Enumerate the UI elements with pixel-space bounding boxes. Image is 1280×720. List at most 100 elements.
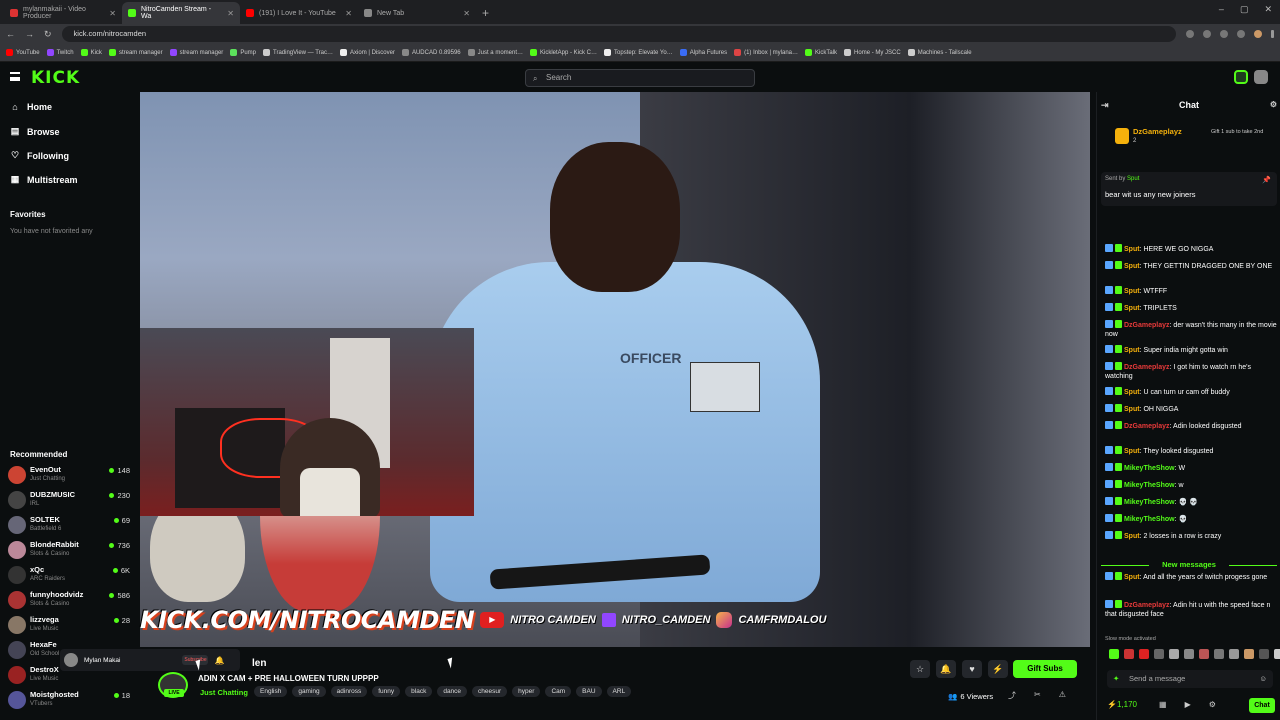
calendar-icon[interactable]: ▦ [1159,700,1167,709]
stream-category[interactable]: Just Chatting [200,688,248,697]
chat-username[interactable]: Sput [1124,288,1140,295]
pinned-user[interactable]: Sput [1127,176,1139,182]
streamer-name[interactable]: len [252,658,266,669]
reload-icon[interactable]: ↻ [44,29,52,40]
forward-icon[interactable]: → [25,29,34,39]
chat-username[interactable]: MikeyTheShow [1124,482,1175,489]
settings-icon[interactable]: ⚙ [1209,700,1216,709]
tag-pill[interactable]: ARL [606,686,632,697]
bookmark-item[interactable]: Twitch [46,49,74,56]
bell-icon[interactable]: 🔔 [214,656,224,665]
extension-icon[interactable] [1220,30,1228,38]
follow-heart-icon[interactable]: ♥ [962,660,982,678]
browser-tab[interactable]: New Tab ✕ [358,2,476,24]
tag-pill[interactable]: BAU [576,686,602,697]
emote-icon[interactable] [1199,649,1209,659]
tag-pill[interactable]: hyper [512,686,541,697]
chat-username[interactable]: Sput [1124,263,1140,270]
bookmark-item[interactable]: Kick [80,49,102,56]
emote-icon[interactable] [1139,649,1149,659]
maximize-icon[interactable]: ▢ [1240,4,1249,15]
recommended-channel[interactable]: Moistghosted VTubers 18 [8,689,132,713]
emote-icon[interactable] [1244,649,1254,659]
emote-icon[interactable] [1214,649,1224,659]
pin-icon[interactable]: 📌 [1262,176,1271,184]
bookmark-item[interactable]: Axiom | Discover [340,49,395,56]
chat-username[interactable]: MikeyTheShow [1124,499,1175,506]
chat-username[interactable]: Sput [1124,246,1140,253]
sidebar-nav-home[interactable]: ⌂ Home [10,102,52,112]
chat-username[interactable]: DzGameplayz [1124,423,1170,430]
top-gifter[interactable]: DzGameplayz 2 Gift 1 sub to take 2nd [1115,126,1275,148]
close-tab-icon[interactable]: ✕ [227,9,234,18]
favorite-star-icon[interactable]: ☆ [910,660,930,678]
bookmark-item[interactable]: KickTalk [805,49,837,56]
tag-pill[interactable]: adinross [330,686,368,697]
chat-username[interactable]: Sput [1124,533,1140,540]
emote-icon[interactable] [1274,649,1280,659]
boost-icon[interactable]: ⚡ [988,660,1008,678]
chat-settings-icon[interactable]: ⚙ [1270,92,1277,118]
bookmark-item[interactable]: stream manager [169,49,223,56]
new-messages-divider[interactable]: New messages [1101,560,1277,570]
tag-pill[interactable]: gaming [292,686,326,697]
bookmark-item[interactable]: (1) Inbox | mylana… [734,49,798,56]
close-tab-icon[interactable]: ✕ [463,9,470,18]
chat-username[interactable]: Sput [1124,448,1140,455]
emote-icon[interactable] [1229,649,1239,659]
tag-pill[interactable]: Cam [545,686,572,697]
bookmark-item[interactable]: AUDCAD 0.89596 [401,49,461,56]
recommended-channel[interactable]: lizzvega Live Music 28 [8,614,132,638]
bookmark-item[interactable]: Topstep: Elevate Yo… [604,49,673,56]
back-icon[interactable]: ← [6,29,15,39]
emote-icon[interactable] [1169,649,1179,659]
recommended-channel[interactable]: DUBZMUSIC IRL 230 [8,489,132,513]
tag-pill[interactable]: black [405,686,433,697]
bookmark-item[interactable]: Machines - Tailscale [907,49,972,56]
bookmark-item[interactable]: TradingView — Trac… [263,49,333,56]
search-input[interactable]: ⌕ Search [525,69,755,87]
recommended-channel[interactable]: BlondeRabbit Slots & Casino 736 [8,539,132,563]
menu-hamburger-icon[interactable] [10,72,20,81]
emote-icon[interactable] [1259,649,1269,659]
minimize-icon[interactable]: – [1219,4,1224,15]
sidebar-nav-browse[interactable]: ▤ Browse [10,126,60,137]
chat-username[interactable]: MikeyTheShow [1124,465,1175,472]
emoji-icon[interactable]: ☺ [1259,670,1267,688]
gift-subs-button[interactable]: Gift Subs [1013,660,1077,678]
channel-points[interactable]: ⚡1,170 [1107,700,1137,709]
report-icon[interactable]: ⚠ [1059,690,1066,701]
chat-username[interactable]: Sput [1124,347,1140,354]
tag-pill[interactable]: funny [372,686,401,697]
tag-pill[interactable]: English [254,686,288,697]
extension-icon[interactable] [1186,30,1194,38]
close-window-icon[interactable]: ✕ [1264,4,1272,15]
chat-send-button[interactable]: Chat [1249,698,1275,713]
sidebar-nav-multistream[interactable]: ▦ Multistream [10,174,78,185]
close-tab-icon[interactable]: ✕ [109,9,116,18]
bookmark-item[interactable]: KickletApp - Kick C… [530,49,597,56]
browser-tab[interactable]: NitroCamden Stream - Wa ✕ [122,2,240,24]
chat-username[interactable]: DzGameplayz [1124,322,1170,329]
chat-username[interactable]: DzGameplayz [1124,364,1170,371]
recommended-channel[interactable]: funnyhoodvidz Slots & Casino 586 [8,589,132,613]
tag-pill[interactable]: cheesur [472,686,508,697]
new-tab-button[interactable]: + [476,2,495,24]
bookmark-item[interactable]: stream manager [108,49,163,56]
emote-picker-icon[interactable]: ✦ [1113,670,1119,688]
clip-icon[interactable]: ✂ [1034,690,1041,701]
share-icon[interactable]: ⤴ [1008,690,1016,701]
emote-icon[interactable] [1124,649,1134,659]
bookmark-item[interactable]: Home - My JSCC [844,49,901,56]
chat-username[interactable]: MikeyTheShow [1124,516,1175,523]
sidebar-nav-following[interactable]: ♡ Following [10,150,69,161]
bookmark-item[interactable]: YouTube [6,49,40,56]
bookmark-item[interactable]: Just a moment… [467,49,523,56]
recommended-channel[interactable]: EvenOut Just Chatting 148 [8,464,132,488]
video-player[interactable]: OFFICER [140,92,1090,647]
send-message-input[interactable]: ✦ Send a message ☺ [1107,670,1273,688]
bookmark-item[interactable]: Pump [230,49,256,56]
chat-username[interactable]: DzGameplayz [1124,602,1170,609]
browser-tab[interactable]: mylanmakaii - Video Producer ✕ [4,2,122,24]
browser-tab[interactable]: (191) I Love It - YouTube ✕ [240,2,358,24]
